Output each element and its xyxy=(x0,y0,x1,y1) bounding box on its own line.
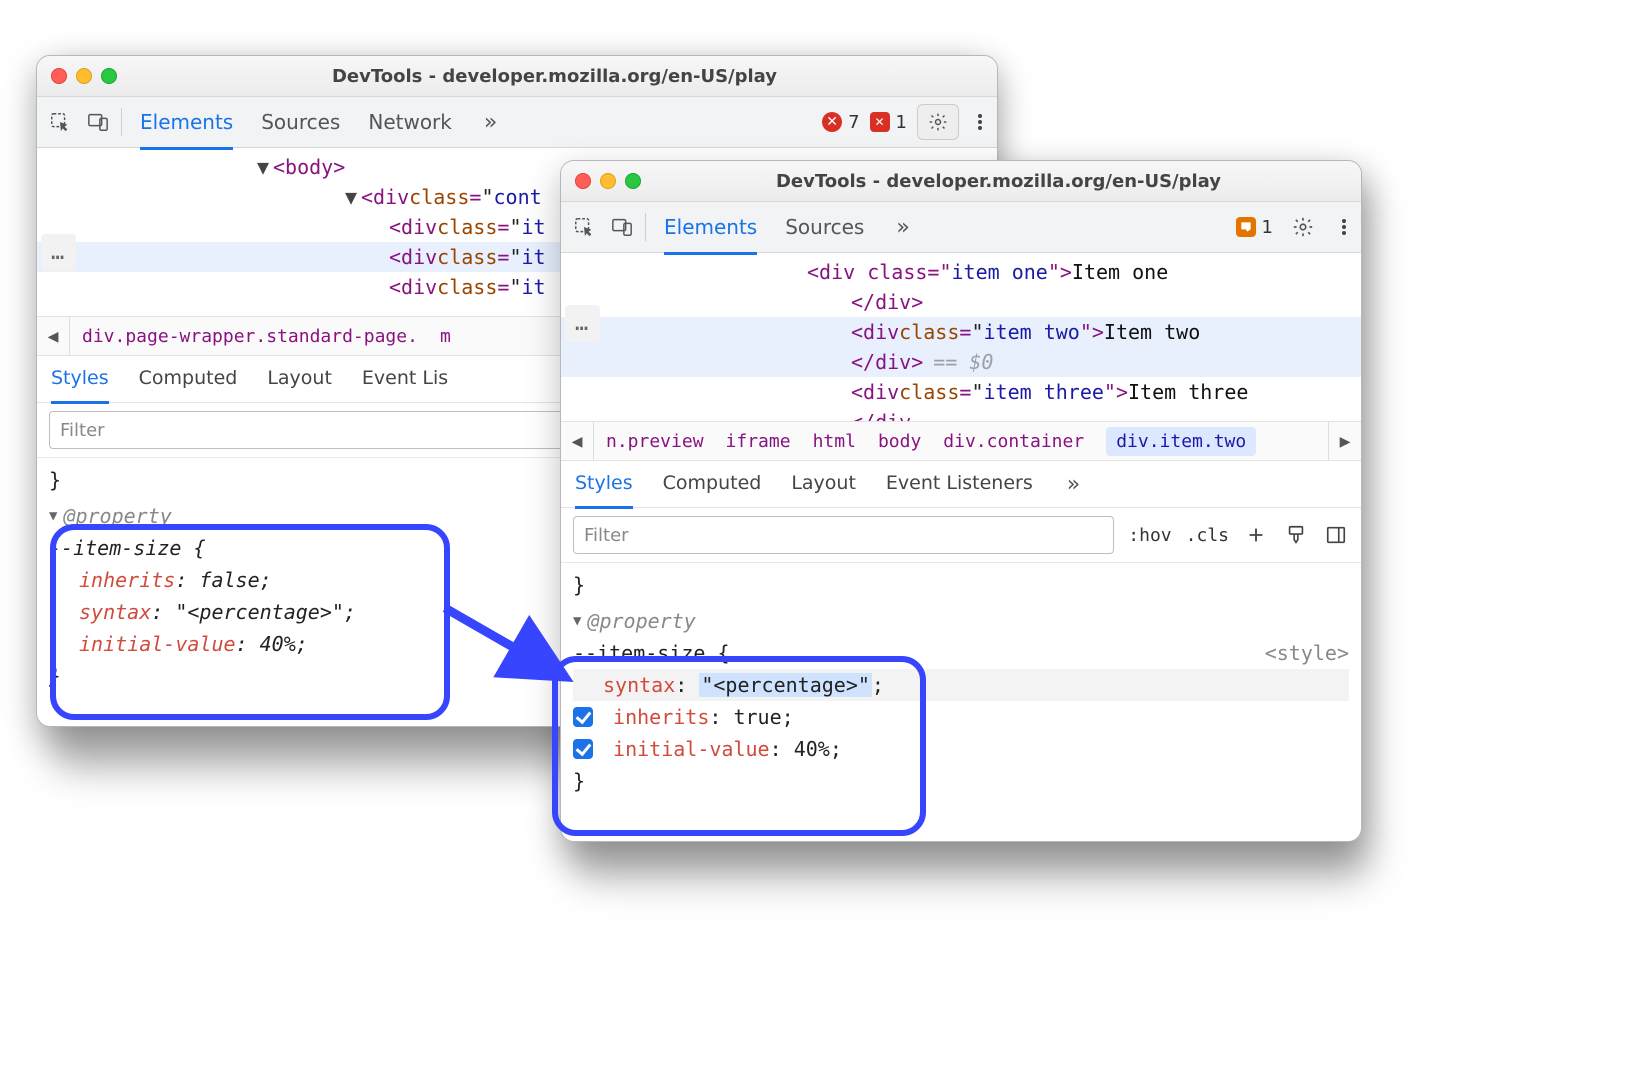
device-icon[interactable] xyxy=(81,105,115,139)
crumb-item[interactable]: m xyxy=(440,326,451,347)
crumb-scroll-left[interactable]: ◀ xyxy=(37,317,70,355)
main-toolbar: Elements Sources Network » ✕ 7 ✕ 1 xyxy=(37,97,997,148)
warning-icon xyxy=(1236,217,1256,237)
crumb-item-selected[interactable]: div.item.two xyxy=(1106,427,1256,456)
minimize-dot[interactable] xyxy=(600,173,616,189)
show-more-button[interactable]: … xyxy=(565,305,600,342)
tab-network[interactable]: Network xyxy=(368,97,452,150)
dom-tree[interactable]: … <div class="item one">Item one </div> … xyxy=(561,253,1361,421)
kebab-menu[interactable] xyxy=(1333,219,1355,235)
tab-layout[interactable]: Layout xyxy=(267,355,332,404)
rule-declaration[interactable]: syntax: "<percentage>"; xyxy=(573,669,1349,701)
close-dot[interactable] xyxy=(575,173,591,189)
devtools-window-b: DevTools - developer.mozilla.org/en-US/p… xyxy=(560,160,1362,842)
more-tabs-button[interactable]: » xyxy=(480,97,501,147)
titlebar: DevTools - developer.mozilla.org/en-US/p… xyxy=(561,161,1361,202)
rule-selector[interactable]: --item-size { <style> xyxy=(573,637,1349,669)
warnings-count: 1 xyxy=(896,112,907,133)
errors-count: 7 xyxy=(848,112,859,133)
tab-layout[interactable]: Layout xyxy=(791,460,856,509)
more-tabs-button[interactable]: » xyxy=(1063,472,1084,497)
rule-brace-close: } xyxy=(573,569,1349,601)
tab-elements[interactable]: Elements xyxy=(664,202,757,255)
crumb-item[interactable]: div.page-wrapper.standard-page. xyxy=(82,326,418,347)
property-toggle[interactable] xyxy=(573,707,593,727)
tab-sources[interactable]: Sources xyxy=(261,97,340,150)
dom-node[interactable]: <body> xyxy=(273,155,345,179)
toggle-sidebar-icon[interactable] xyxy=(1323,522,1349,548)
minimize-dot[interactable] xyxy=(76,68,92,84)
breadcrumb: ◀ n.preview iframe html body div.contain… xyxy=(561,421,1361,461)
inspect-icon[interactable] xyxy=(43,105,77,139)
tab-styles[interactable]: Styles xyxy=(575,460,633,509)
new-rule-button[interactable] xyxy=(1243,522,1269,548)
panel-tabs: Elements Sources » xyxy=(652,202,914,252)
more-tabs-button[interactable]: » xyxy=(892,202,913,252)
settings-button[interactable] xyxy=(917,104,959,140)
crumb-scroll-left[interactable]: ◀ xyxy=(561,422,594,460)
kebab-menu[interactable] xyxy=(969,114,991,130)
tab-event-listeners[interactable]: Event Listeners xyxy=(886,460,1033,509)
crumb-item[interactable]: div.container xyxy=(943,431,1084,452)
tab-styles[interactable]: Styles xyxy=(51,355,109,404)
device-icon[interactable] xyxy=(605,210,639,244)
panel-tabs: Elements Sources Network » xyxy=(128,97,501,147)
crumb-scroll-right[interactable]: ▶ xyxy=(1328,422,1361,460)
tab-computed[interactable]: Computed xyxy=(139,355,238,404)
warnings-badge[interactable]: ✕ 1 xyxy=(870,112,907,133)
warnings-count: 1 xyxy=(1262,217,1273,238)
rule-brace-close: } xyxy=(573,765,1349,797)
brush-icon[interactable] xyxy=(1283,522,1309,548)
zoom-dot[interactable] xyxy=(625,173,641,189)
show-more-button[interactable]: … xyxy=(41,234,76,271)
tab-elements[interactable]: Elements xyxy=(140,97,233,150)
window-title: DevTools - developer.mozilla.org/en-US/p… xyxy=(650,171,1347,192)
warning-icon: ✕ xyxy=(870,112,890,132)
warnings-badge[interactable]: 1 xyxy=(1236,217,1273,238)
styles-filter-row: Filter :hov .cls xyxy=(561,508,1361,563)
close-dot[interactable] xyxy=(51,68,67,84)
filter-input[interactable]: Filter xyxy=(573,516,1114,554)
window-title: DevTools - developer.mozilla.org/en-US/p… xyxy=(126,66,983,87)
inspect-icon[interactable] xyxy=(567,210,601,244)
hov-toggle[interactable]: :hov xyxy=(1128,525,1171,546)
rule-declaration[interactable]: initial-value: 40%; xyxy=(573,733,1349,765)
rule-declaration[interactable]: inherits: true; xyxy=(573,701,1349,733)
crumb-item[interactable]: body xyxy=(878,431,921,452)
errors-badge[interactable]: ✕ 7 xyxy=(822,112,859,133)
styles-pane: } ▼@property --item-size { <style> synta… xyxy=(561,563,1361,815)
property-toggle[interactable] xyxy=(573,739,593,759)
source-link[interactable]: <style> xyxy=(1265,637,1349,669)
crumb-item[interactable]: iframe xyxy=(726,431,791,452)
titlebar: DevTools - developer.mozilla.org/en-US/p… xyxy=(37,56,997,97)
tab-sources[interactable]: Sources xyxy=(785,202,864,255)
at-property-header[interactable]: ▼@property xyxy=(573,609,1349,633)
zoom-dot[interactable] xyxy=(101,68,117,84)
settings-button[interactable] xyxy=(1283,210,1323,244)
error-icon: ✕ xyxy=(822,112,842,132)
crumb-item[interactable]: n.preview xyxy=(606,431,704,452)
cls-toggle[interactable]: .cls xyxy=(1186,525,1229,546)
secondary-tabs: Styles Computed Layout Event Listeners » xyxy=(561,461,1361,508)
tab-computed[interactable]: Computed xyxy=(663,460,762,509)
crumb-item[interactable]: html xyxy=(813,431,856,452)
main-toolbar: Elements Sources » 1 xyxy=(561,202,1361,253)
tab-event-listeners[interactable]: Event Lis xyxy=(362,355,448,404)
